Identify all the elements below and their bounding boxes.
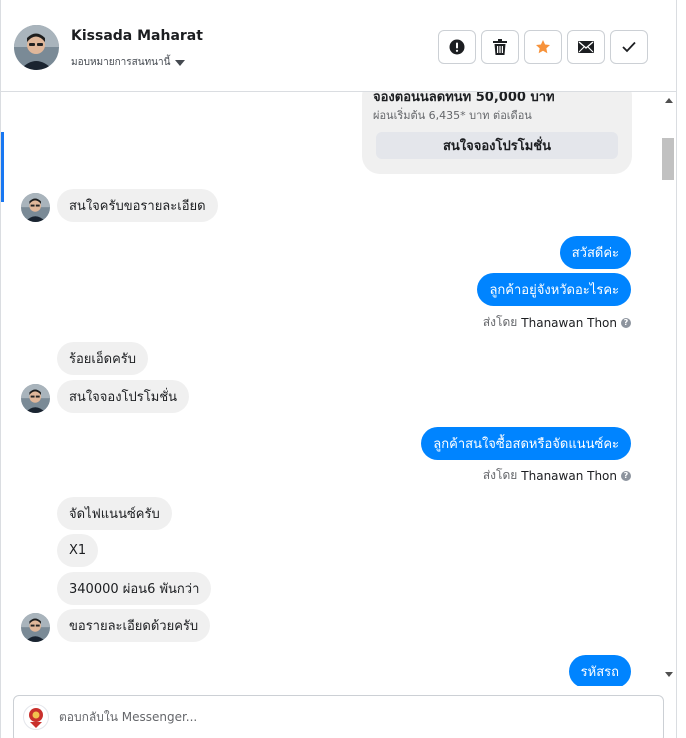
delete-button[interactable] [481,30,519,64]
customer-avatar[interactable] [21,384,50,413]
sent-by-label: ส่งโดย Thanawan Thon ? [483,466,631,485]
promo-card-title: จองตอนนลดทนท 50,000 บาท [373,92,555,105]
promo-card: จองตอนนลดทนท 50,000 บาท ผ่อนเริ่มต้น 6,4… [362,92,632,174]
exclamation-icon [449,39,465,55]
mark-spam-button[interactable] [438,30,476,64]
message-bubble-incoming: ร้อยเอ็ดครับ [57,342,149,375]
conversation-header: Kissada Maharat มอบหมายการสนทนานี้ [1,0,676,92]
customer-avatar[interactable] [21,613,50,642]
message-thread[interactable]: จองตอนนลดทนท 50,000 บาท ผ่อนเริ่มต้น 6,4… [1,92,661,686]
page-avatar [23,704,49,730]
header-actions [438,30,648,64]
mark-done-button[interactable] [610,30,648,64]
help-icon[interactable]: ? [621,470,631,481]
scrollbar-thumb[interactable] [662,138,674,180]
envelope-icon [578,41,594,53]
sent-by-prefix: ส่งโดย [482,468,518,482]
mark-unread-button[interactable] [567,30,605,64]
reply-input[interactable] [59,704,639,730]
sent-by-label: ส่งโดย Thanawan Thon ? [483,313,631,332]
message-bubble-outgoing: ลูกค้าสนใจซื้อสดหรือจัดแนนซ์คะ [421,427,631,460]
trash-icon [493,39,507,55]
message-bubble-outgoing: รหัสรถ [568,655,631,686]
contact-avatar[interactable] [14,25,59,70]
assign-label: มอบหมายการสนทนานี้ [71,57,171,68]
help-icon[interactable]: ? [621,317,631,328]
star-icon [536,40,550,54]
sent-by-agent: Thanawan Thon [521,468,617,483]
sent-by-prefix: ส่งโดย [482,315,518,329]
message-bubble-incoming: X1 [57,534,99,567]
selection-accent [1,132,4,202]
assign-conversation-dropdown[interactable]: มอบหมายการสนทนานี้ [71,55,186,70]
scroll-down-arrow-icon[interactable] [665,672,673,677]
conversation-panel: Kissada Maharat มอบหมายการสนทนานี้ จองตอ… [0,0,677,738]
promo-card-button[interactable]: สนใจจองโปรโมชั่น [376,132,618,159]
caret-down-icon [175,59,186,66]
star-button[interactable] [524,30,562,64]
message-bubble-outgoing: ลูกค้าอยู่จังหวัดอะไรคะ [477,273,631,306]
message-bubble-incoming: สนใจครับขอรายละเอียด [57,189,218,222]
scroll-up-arrow-icon[interactable] [665,98,673,103]
message-bubble-incoming: จัดไฟแนนซ์ครับ [57,497,172,530]
reply-box[interactable] [13,695,664,738]
promo-card-subtitle: ผ่อนเริ่มต้น 6,435* บาท ต่อเดือน [373,109,532,122]
thread-scrollbar[interactable] [661,92,676,686]
sent-by-agent: Thanawan Thon [521,315,617,330]
message-bubble-incoming: สนใจจองโปรโมชั่น [57,380,190,413]
message-bubble-incoming: ขอรายละเอียดด้วยครับ [57,609,211,642]
contact-name: Kissada Maharat [71,28,203,44]
message-bubble-outgoing: สวัสดีค่ะ [559,236,631,269]
check-icon [622,41,636,53]
message-bubble-incoming: 340000 ผ่อน6 พันกว่า [57,572,212,605]
customer-avatar[interactable] [21,193,50,222]
